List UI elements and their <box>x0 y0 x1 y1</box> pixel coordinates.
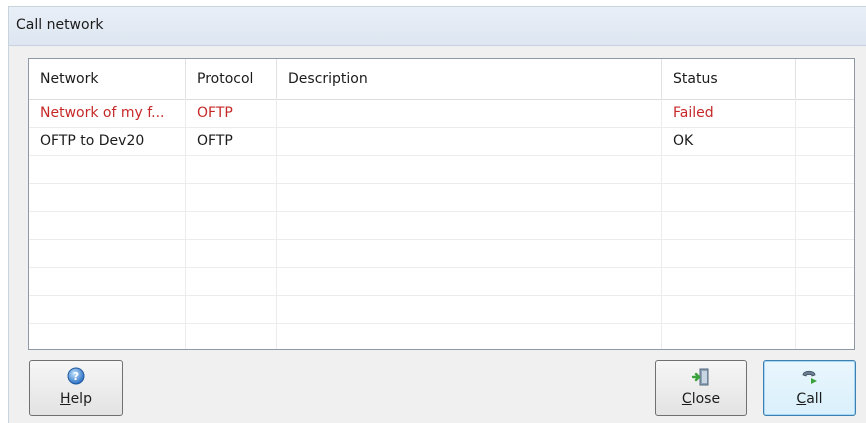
network-table[interactable]: Network Protocol Description Status Netw… <box>28 58 855 350</box>
table-row[interactable]: OFTP to Dev20 OFTP OK <box>29 127 854 156</box>
help-button[interactable]: ? Help <box>29 360 123 416</box>
close-button-label: Close <box>681 391 721 407</box>
empty-row <box>29 211 854 240</box>
help-button-label: Help <box>60 391 92 407</box>
cell-description <box>277 127 662 155</box>
column-header-protocol[interactable]: Protocol <box>186 59 277 99</box>
call-button[interactable]: Call <box>763 360 856 416</box>
empty-row <box>29 183 854 212</box>
help-icon: ? <box>30 367 122 387</box>
column-header-filler <box>796 59 854 99</box>
column-header-network[interactable]: Network <box>29 59 186 99</box>
empty-row <box>29 295 854 324</box>
table-header: Network Protocol Description Status <box>29 59 854 100</box>
cell-status: OK <box>662 127 796 155</box>
cell-protocol: OFTP <box>186 127 277 155</box>
call-network-dialog: Call network Network Protocol Descriptio… <box>8 6 866 423</box>
cell-status: Failed <box>662 99 796 127</box>
empty-row <box>29 239 854 268</box>
call-button-label: Call <box>796 391 823 407</box>
cell-network: OFTP to Dev20 <box>29 127 186 155</box>
close-button[interactable]: Close <box>655 360 747 416</box>
cell-network: Network of my f... <box>29 99 186 127</box>
title-bar: Call network <box>9 7 866 46</box>
empty-row <box>29 155 854 184</box>
svg-text:?: ? <box>73 370 79 383</box>
cell-description <box>277 99 662 127</box>
cell-protocol: OFTP <box>186 99 277 127</box>
phone-icon <box>764 367 855 387</box>
exit-icon <box>656 367 746 387</box>
window-title: Call network <box>16 17 104 33</box>
column-header-description[interactable]: Description <box>277 59 662 99</box>
empty-row <box>29 323 854 349</box>
table-row[interactable]: Network of my f... OFTP Failed <box>29 99 854 128</box>
column-header-status[interactable]: Status <box>662 59 796 99</box>
empty-row <box>29 267 854 296</box>
